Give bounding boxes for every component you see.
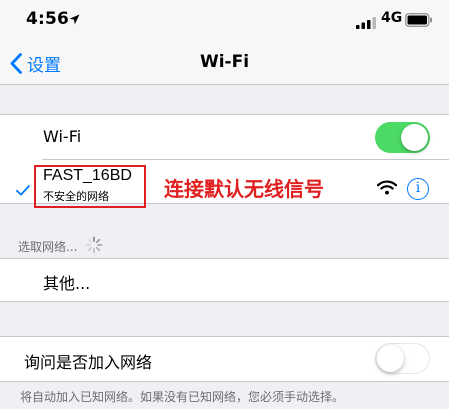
other-network-group: 其他...	[0, 258, 449, 302]
ask-to-join-label: 询问是否加入网络	[24, 353, 153, 372]
network-name: FAST_16BD	[43, 167, 132, 184]
ask-to-join-toggle[interactable]	[375, 343, 430, 374]
wifi-toggle[interactable]	[375, 122, 430, 153]
location-arrow-icon	[69, 10, 80, 29]
status-bar: 4:56 4G	[0, 0, 449, 44]
network-security-note: 不安全的网络	[43, 190, 109, 203]
info-button[interactable]: i	[407, 178, 429, 200]
annotation-text: 连接默认无线信号	[164, 177, 324, 201]
info-icon: i	[415, 180, 421, 196]
wifi-signal-icon	[376, 180, 398, 199]
signal-bars-icon	[356, 14, 378, 29]
connected-network-row[interactable]: FAST_16BD 不安全的网络 连接默认无线信号 i	[0, 159, 449, 208]
navigation-bar: 设置 Wi-Fi	[0, 44, 449, 85]
choose-network-header: 选取网络...	[18, 236, 103, 257]
page-title: Wi-Fi	[199, 52, 250, 72]
checkmark-icon	[16, 181, 30, 200]
ask-to-join-group: 询问是否加入网络	[0, 336, 449, 382]
wifi-toggle-row: Wi-Fi	[0, 115, 449, 159]
network-type: 4G	[381, 10, 403, 26]
other-network-row[interactable]: 其他...	[0, 259, 449, 301]
wifi-label: Wi-Fi	[43, 127, 82, 146]
battery-icon	[405, 12, 433, 31]
ask-to-join-row: 询问是否加入网络	[0, 337, 449, 381]
status-time: 4:56	[26, 9, 70, 29]
loading-spinner-icon	[85, 236, 103, 257]
footer-note: 将自动加入已知网络。如果没有已知网络，您必须手动选择。	[20, 390, 345, 404]
wifi-group: Wi-Fi FAST_16BD 不安全的网络 连接默认无线信号 i	[0, 114, 449, 208]
choose-network-label: 选取网络...	[18, 240, 78, 254]
other-network-label: 其他...	[43, 274, 91, 293]
toggle-knob	[401, 124, 428, 151]
toggle-knob	[377, 344, 404, 372]
